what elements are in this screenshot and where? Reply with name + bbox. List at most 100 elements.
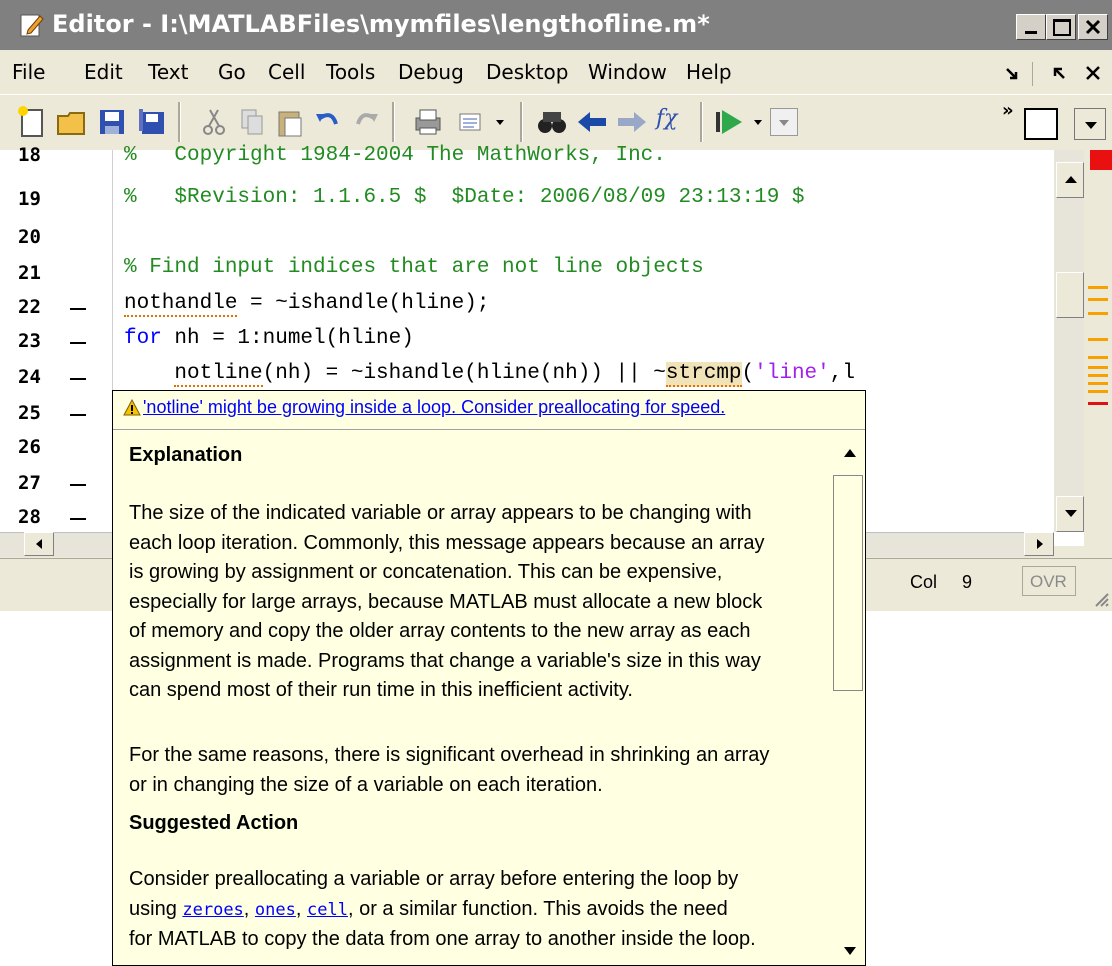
close-icon: [1085, 19, 1101, 35]
error-marker[interactable]: [1088, 402, 1108, 405]
save-icon[interactable]: [94, 104, 130, 140]
minimize-icon: [1025, 31, 1037, 34]
warning-marker[interactable]: [1088, 366, 1108, 369]
cell-link[interactable]: cell: [307, 900, 348, 920]
menu-file[interactable]: File: [12, 60, 45, 84]
menu-window[interactable]: Window: [588, 60, 667, 84]
code-line-21: % Find input indices that are not line o…: [124, 256, 704, 279]
dock-icon[interactable]: [1004, 66, 1020, 82]
warning-marker[interactable]: [1088, 286, 1108, 289]
menu-tools[interactable]: Tools: [326, 60, 375, 84]
zeroes-link[interactable]: zeroes: [182, 900, 243, 920]
run-dropdown-icon[interactable]: [752, 116, 764, 128]
warning-marker[interactable]: [1088, 374, 1108, 377]
warning-marker[interactable]: [1088, 390, 1108, 393]
text-line: Consider preallocating a variable or arr…: [129, 868, 739, 890]
line-number: 22: [18, 296, 41, 318]
scroll-left-button[interactable]: [24, 532, 54, 556]
menu-edit[interactable]: Edit: [84, 60, 123, 84]
line-number-gutter: [0, 150, 113, 532]
breakpoint-marker[interactable]: [70, 484, 86, 486]
menu-go[interactable]: Go: [218, 60, 246, 84]
breakpoint-marker[interactable]: [70, 518, 86, 520]
code-variable: nothandle: [124, 292, 238, 317]
text-fragment: , or a similar function. This avoids the…: [347, 897, 728, 920]
menu-help[interactable]: Help: [686, 60, 732, 84]
toolbar-overflow-icon[interactable]: »: [1002, 100, 1014, 121]
toolbar-separator: [178, 102, 181, 142]
message-link[interactable]: 'notline' might be growing inside a loop…: [143, 397, 725, 418]
code-line-24: notline(nh) = ~ishandle(hline(nh)) || ~s…: [124, 362, 855, 387]
paste-icon[interactable]: [272, 104, 308, 140]
undock-icon[interactable]: [1052, 66, 1068, 82]
menu-text[interactable]: Text: [148, 60, 188, 84]
chevron-right-icon: [1037, 539, 1043, 549]
text-line: for MATLAB to copy the data from one arr…: [129, 928, 756, 950]
explanation-heading: Explanation: [129, 444, 243, 466]
close-document-icon[interactable]: [1084, 64, 1102, 82]
breakpoint-marker[interactable]: [70, 378, 86, 380]
menu-desktop[interactable]: Desktop: [486, 60, 568, 84]
tooltip-scroll-up-icon[interactable]: [843, 447, 857, 459]
warning-marker[interactable]: [1088, 382, 1108, 385]
explanation-text: The size of the indicated variable or ar…: [129, 499, 765, 706]
warning-marker[interactable]: [1088, 312, 1108, 315]
breakpoint-marker[interactable]: [70, 342, 86, 344]
new-file-icon[interactable]: [14, 104, 50, 140]
window-title: Editor - I:\MATLABFiles\mymfiles\lengtho…: [52, 10, 710, 38]
layout-dropdown[interactable]: [1074, 108, 1106, 140]
resize-grip-icon[interactable]: [1092, 590, 1110, 608]
chevron-down-icon: [1085, 122, 1097, 129]
back-arrow-icon[interactable]: [574, 104, 610, 140]
error-status-indicator[interactable]: [1090, 150, 1112, 170]
tooltip-scroll-down-icon[interactable]: [843, 945, 857, 957]
show-functions-icon[interactable]: [452, 104, 488, 140]
undo-icon[interactable]: [310, 104, 346, 140]
redo-icon[interactable]: [348, 104, 384, 140]
code-line-18: % Copyright 1984-2004 The MathWorks, Inc…: [124, 144, 666, 167]
print-icon[interactable]: [410, 104, 446, 140]
stack-dropdown[interactable]: [770, 108, 798, 136]
forward-arrow-icon[interactable]: [614, 104, 650, 140]
code-line-23: for nh = 1:numel(hline): [124, 327, 414, 350]
mlint-tooltip: 'notline' might be growing inside a loop…: [112, 390, 866, 966]
breakpoint-marker[interactable]: [70, 414, 86, 416]
line-number: 18: [18, 144, 41, 166]
scroll-thumb[interactable]: [1056, 272, 1084, 318]
code-line-22: nothandle = ~ishandle(hline);: [124, 292, 489, 317]
run-icon[interactable]: [712, 104, 748, 140]
warning-marker[interactable]: [1088, 356, 1108, 359]
scroll-down-button[interactable]: [1056, 496, 1084, 532]
code-function: strcmp: [665, 362, 742, 387]
text-line: For the same reasons, there is significa…: [129, 744, 770, 766]
maximize-button[interactable]: [1046, 14, 1076, 40]
close-button[interactable]: [1078, 14, 1108, 40]
overhead-text: For the same reasons, there is significa…: [129, 741, 769, 800]
layout-button[interactable]: [1024, 108, 1058, 140]
minimize-button[interactable]: [1016, 14, 1046, 40]
find-binoculars-icon[interactable]: [534, 104, 570, 140]
scroll-right-button[interactable]: [1024, 532, 1054, 556]
dropdown-arrow-icon[interactable]: [494, 116, 506, 128]
text-line: of memory and copy the older array conte…: [129, 620, 751, 642]
breakpoint-marker[interactable]: [70, 308, 86, 310]
scroll-up-button[interactable]: [1056, 162, 1084, 198]
maximize-icon: [1053, 19, 1071, 36]
text-line: each loop iteration. Commonly, this mess…: [129, 531, 765, 554]
tooltip-scroll-thumb[interactable]: [833, 475, 863, 691]
menu-cell[interactable]: Cell: [268, 60, 305, 84]
text-fragment: ,: [243, 897, 255, 920]
toolbar-separator: [520, 102, 523, 142]
copy-icon[interactable]: [234, 104, 270, 140]
chevron-down-icon: [779, 120, 789, 126]
function-button[interactable]: fχ: [656, 106, 677, 131]
cut-icon[interactable]: [196, 104, 232, 140]
warning-marker[interactable]: [1088, 298, 1108, 301]
suggested-action-heading: Suggested Action: [129, 812, 299, 834]
vertical-scrollbar[interactable]: [1054, 150, 1084, 532]
warning-marker[interactable]: [1088, 338, 1108, 341]
open-folder-icon[interactable]: [54, 104, 90, 140]
ones-link[interactable]: ones: [255, 900, 296, 920]
menu-debug[interactable]: Debug: [398, 60, 464, 84]
save-all-icon[interactable]: [134, 104, 170, 140]
